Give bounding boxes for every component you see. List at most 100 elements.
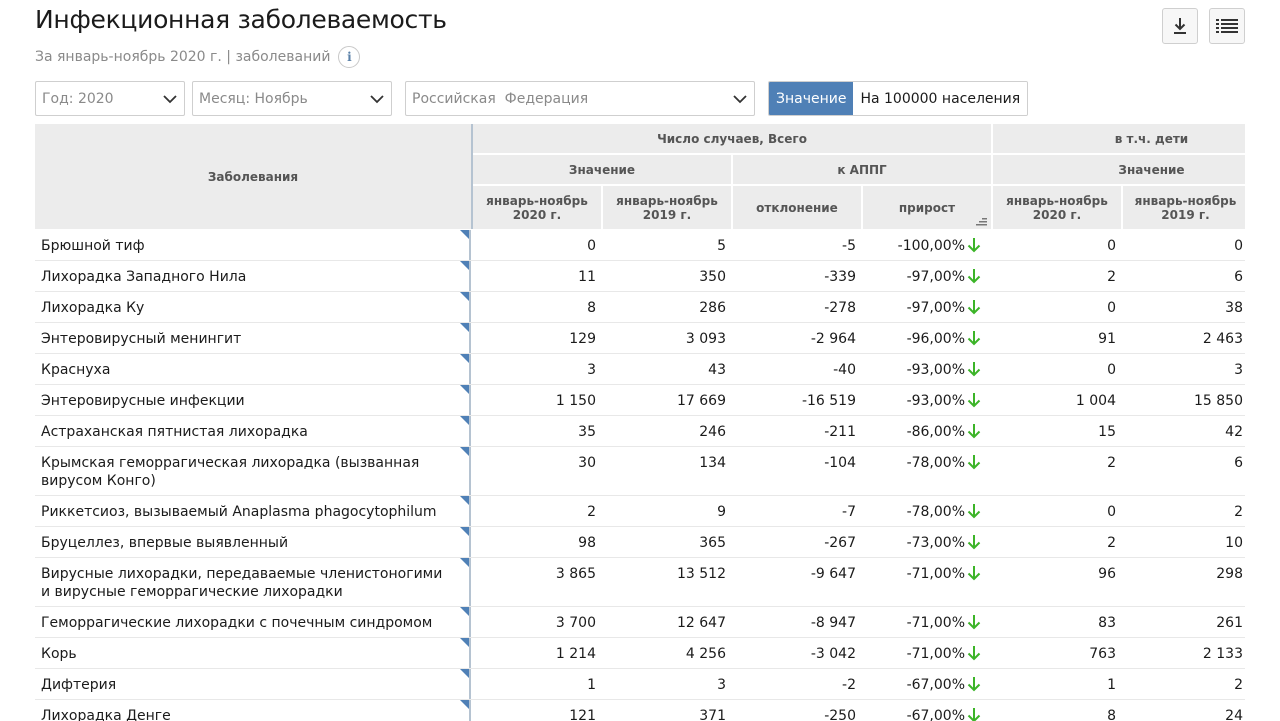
cell-c2020-value: 763 [1089,646,1116,662]
cell-dev: -40 [733,354,861,384]
cell-c2020-value: 0 [1107,362,1116,378]
header-sub-value[interactable]: Значение [473,155,731,184]
cell-growth: -71,00% [863,607,991,637]
table-row[interactable]: Вирусные лихорадки, передаваемые членист… [35,558,1245,607]
toggle-per100k-option[interactable]: На 100000 населения [853,82,1028,115]
list-view-button[interactable] [1209,8,1245,44]
table-row[interactable]: Риккетсиоз, вызываемый Anaplasma phagocy… [35,496,1245,527]
row-marker-icon[interactable] [460,447,469,456]
header-diseases[interactable]: Заболевания [35,124,471,229]
disease-name: Бруцеллез, впервые выявленный [35,527,471,557]
cell-growth: -78,00% [863,447,991,495]
cell-c2019-value: 2 [1234,677,1243,693]
cell-growth-value: -96,00% [906,331,965,347]
table-row[interactable]: Лихорадка Ку 8 286 -278 -97,00% 0 38 [35,292,1245,323]
row-marker-icon[interactable] [460,292,469,301]
cell-v2020-value: 30 [578,455,596,471]
cell-v2019-value: 371 [699,708,726,721]
header-col-child-2019[interactable]: январь-ноябрь 2019 г. [1123,186,1245,229]
arrow-down-icon [967,615,981,630]
disease-table: Заболевания Число случаев, Всего в т.ч. … [35,124,1245,721]
cell-c2019: 6 [1123,261,1245,291]
disease-name-text: Брюшной тиф [41,238,145,254]
disease-name-text: Геморрагические лихорадки с почечным син… [41,615,433,631]
header-col-2019[interactable]: январь-ноябрь 2019 г. [603,186,731,229]
month-select[interactable]: Месяц: Ноябрь [192,81,392,116]
cell-c2020-value: 15 [1098,424,1116,440]
cell-c2020-value: 2 [1107,269,1116,285]
disease-name: Астраханская пятнистая лихорадка [35,416,471,446]
cell-c2019: 2 [1123,496,1245,526]
header-col-child-2020[interactable]: январь-ноябрь 2020 г. [993,186,1121,229]
region-select[interactable]: Российская Федерация [405,81,755,116]
sort-icon[interactable] [976,217,987,226]
row-marker-icon[interactable] [460,230,469,239]
row-marker-icon[interactable] [460,354,469,363]
row-marker-icon[interactable] [460,558,469,567]
cell-c2020-value: 1 004 [1075,393,1116,409]
row-marker-icon[interactable] [460,669,469,678]
info-icon[interactable]: i [338,46,361,68]
header-col-growth[interactable]: прирост [863,186,991,229]
cell-c2019-value: 2 133 [1202,646,1243,662]
cell-v2020: 98 [473,527,601,557]
cell-v2020-value: 11 [578,269,596,285]
row-marker-icon[interactable] [460,527,469,536]
cell-v2020: 30 [473,447,601,495]
cell-growth: -100,00% [863,230,991,260]
row-marker-icon[interactable] [460,385,469,394]
cell-v2019: 4 256 [603,638,731,668]
row-marker-icon[interactable] [460,496,469,505]
header-sub-value-children[interactable]: Значение [993,155,1245,184]
table-row[interactable]: Краснуха 3 43 -40 -93,00% 0 3 [35,354,1245,385]
table-row[interactable]: Геморрагические лихорадки с почечным син… [35,607,1245,638]
cell-dev: -104 [733,447,861,495]
cell-growth: -97,00% [863,292,991,322]
table-row[interactable]: Лихорадка Западного Нила 11 350 -339 -97,00%… [35,261,1245,292]
table-row[interactable]: Брюшной тиф 0 5 -5 -100,00% 0 0 [35,230,1245,261]
cell-c2020: 0 [993,230,1121,260]
row-marker-icon[interactable] [460,416,469,425]
header-col-2020[interactable]: январь-ноябрь 2020 г. [473,186,601,229]
row-marker-icon[interactable] [460,607,469,616]
cell-c2019-value: 15 850 [1194,393,1243,409]
cell-c2020: 2 [993,527,1121,557]
download-button[interactable] [1162,8,1198,44]
toggle-value-option[interactable]: Значение [769,82,854,115]
table-row[interactable]: Лихорадка Денге 121 371 -250 -67,00% 8 24 [35,700,1245,721]
table-row[interactable]: Крымская геморрагическая лихорадка (вызв… [35,447,1245,496]
cell-c2020-value: 96 [1098,566,1116,582]
disease-name-text: Крымская геморрагическая лихорадка (вызв… [41,455,420,489]
table-row[interactable]: Энтеровирусный менингит 129 3 093 -2 964 -96… [35,323,1245,354]
cell-c2020-value: 0 [1107,238,1116,254]
header-sub-appg[interactable]: к АППГ [733,155,991,184]
cell-c2020: 763 [993,638,1121,668]
cell-v2019: 9 [603,496,731,526]
row-marker-icon[interactable] [460,700,469,709]
table-row[interactable]: Дифтерия 1 3 -2 -67,00% 1 2 [35,669,1245,700]
cell-c2019-value: 42 [1225,424,1243,440]
year-select[interactable]: Год: 2020 [35,81,185,116]
row-marker-icon[interactable] [460,323,469,332]
cell-dev: -278 [733,292,861,322]
cell-c2019-value: 6 [1234,455,1243,471]
table-row[interactable]: Астраханская пятнистая лихорадка 35 246 -21… [35,416,1245,447]
header-col-deviation[interactable]: отклонение [733,186,861,229]
disease-name-text: Лихорадка Ку [41,300,145,316]
cell-v2019: 43 [603,354,731,384]
table-row[interactable]: Энтеровирусные инфекции 1 150 17 669 -16 51… [35,385,1245,416]
cell-v2019-value: 5 [717,238,726,254]
header-group-total[interactable]: Число случаев, Всего [473,124,991,153]
header-group-children[interactable]: в т.ч. дети [993,124,1245,153]
chevron-down-icon [733,95,747,104]
row-marker-icon[interactable] [460,638,469,647]
cell-dev-value: -7 [842,504,856,520]
cell-growth-value: -71,00% [906,646,965,662]
table-row[interactable]: Корь 1 214 4 256 -3 042 -71,00% 763 2 133 [35,638,1245,669]
cell-c2020: 2 [993,261,1121,291]
cell-v2020: 3 700 [473,607,601,637]
table-row[interactable]: Бруцеллез, впервые выявленный 98 365 -267 -7… [35,527,1245,558]
row-marker-icon[interactable] [460,261,469,270]
cell-c2020-value: 1 [1107,677,1116,693]
cell-c2019-value: 6 [1234,269,1243,285]
